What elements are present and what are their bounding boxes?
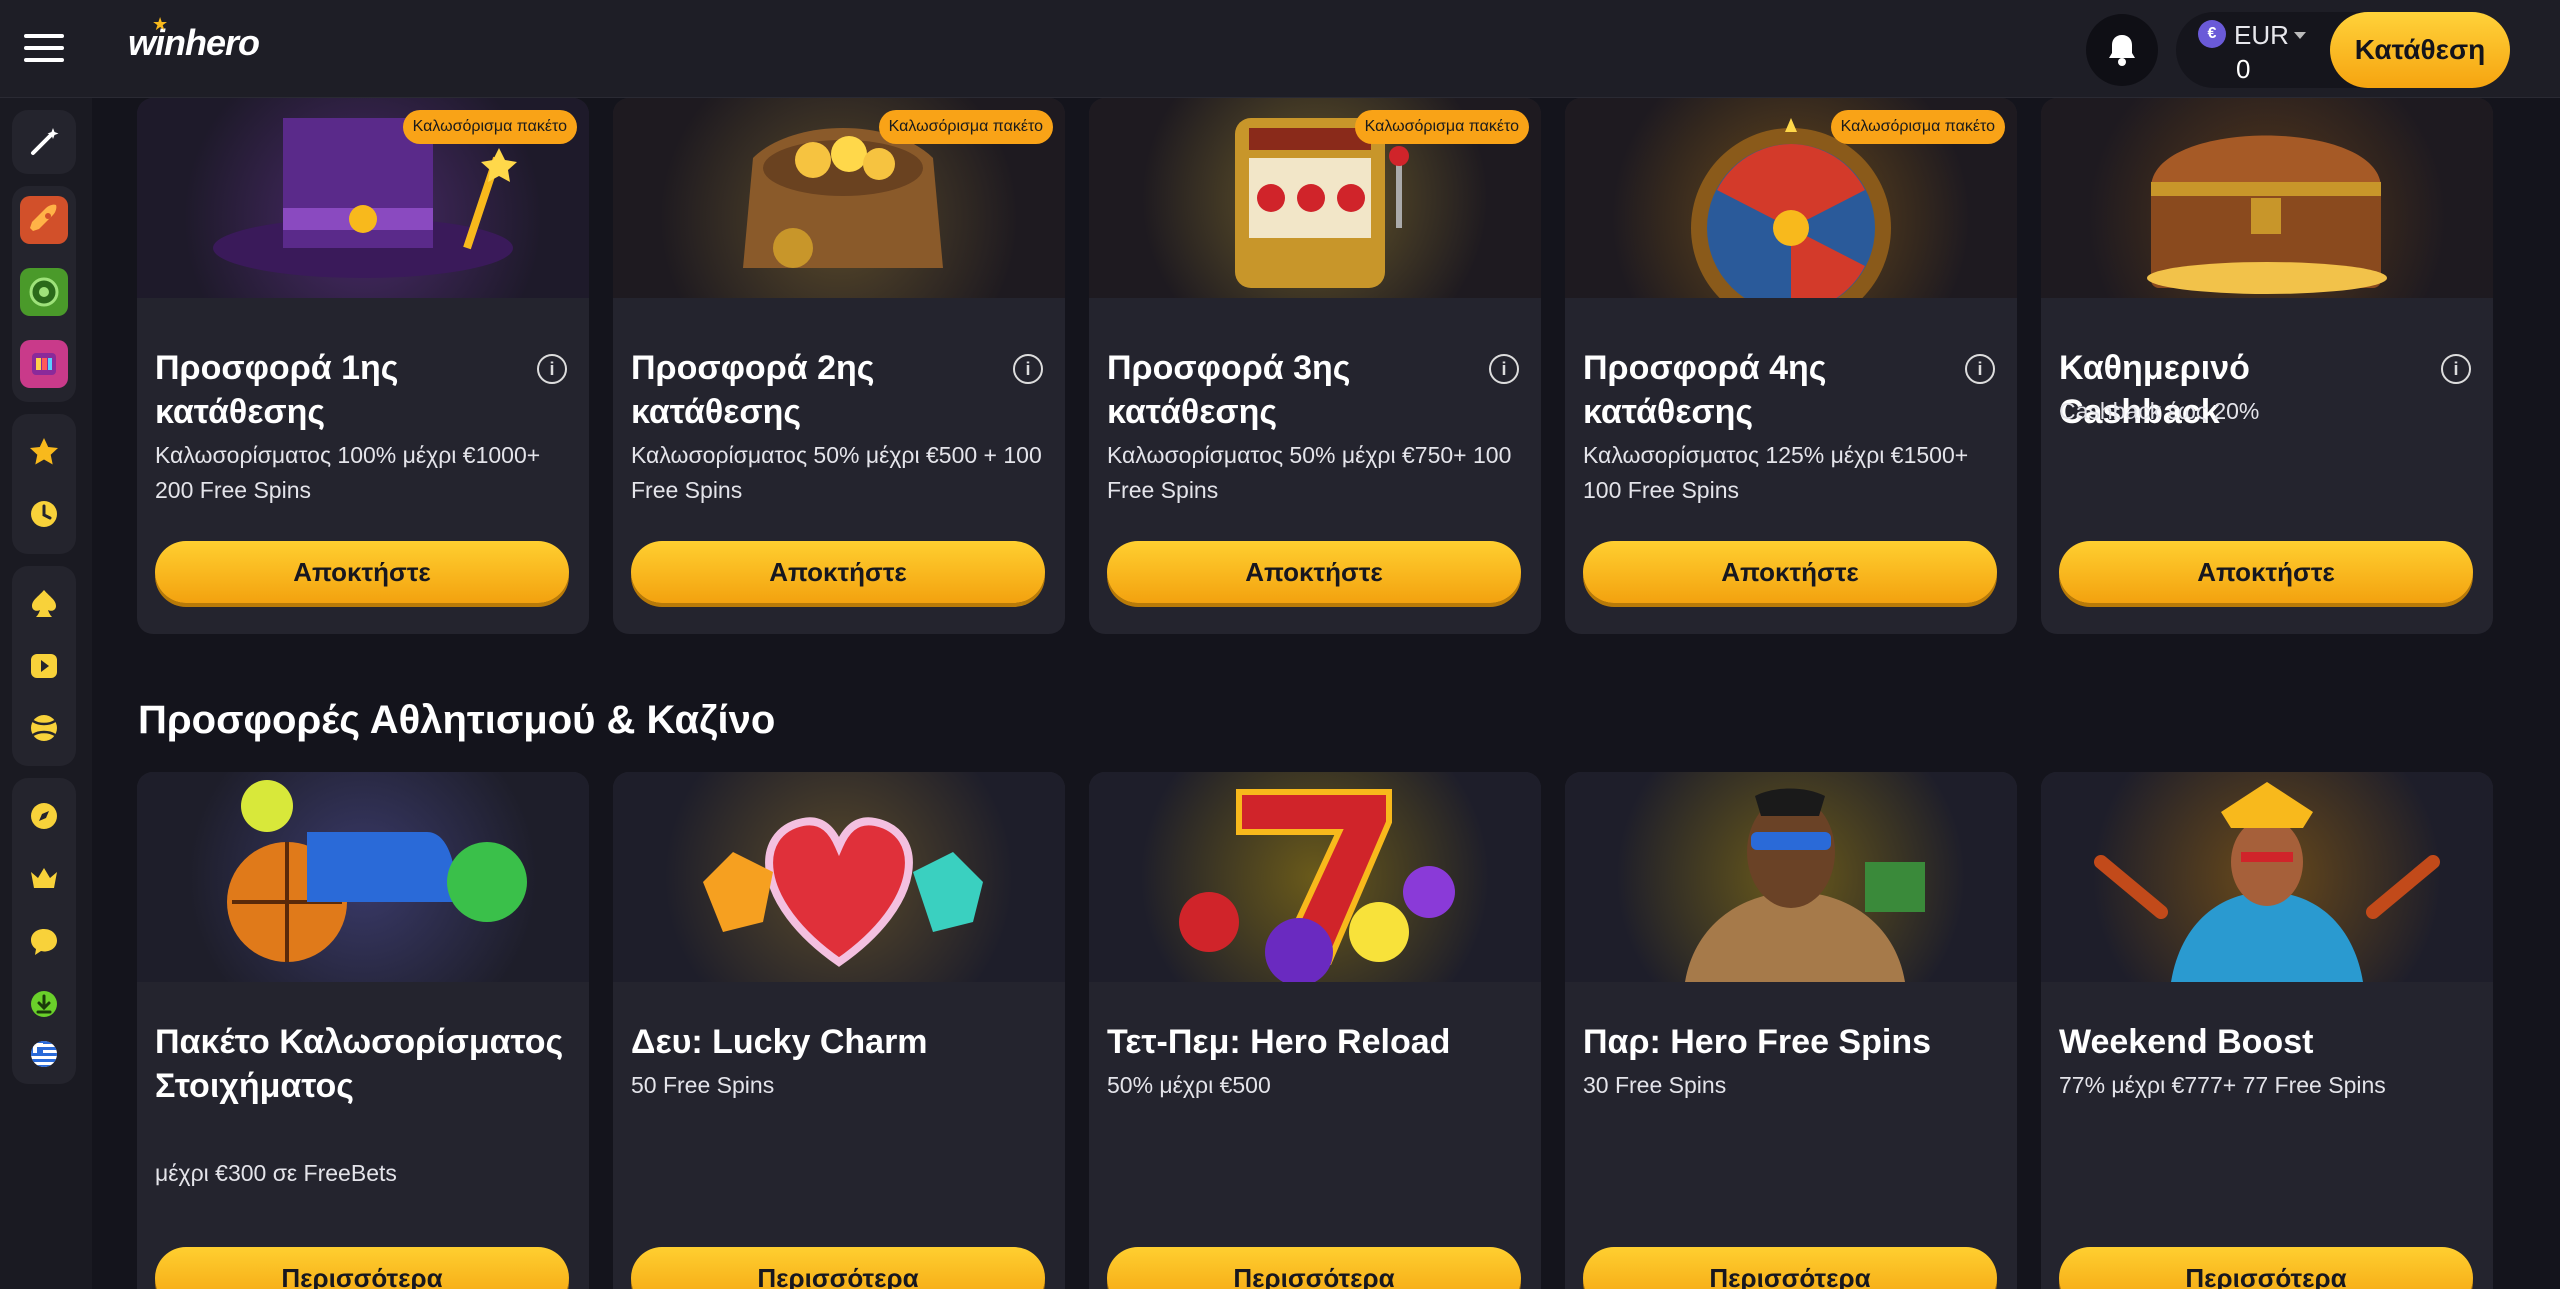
euro-icon: € — [2198, 20, 2226, 48]
welcome-card-4[interactable]: Καλωσόρισμα πακέτο Προσφορά 4ης κατάθεση… — [1565, 98, 2017, 634]
info-icon[interactable]: i — [1013, 354, 1043, 384]
welcome-card-2[interactable]: Καλωσόρισμα πακέτο Προσφορά 2ης κατάθεση… — [613, 98, 1065, 634]
spade-icon[interactable] — [20, 580, 68, 628]
card-description: Καλωσορίσματος 125% μέχρι €1500+ 100 Fre… — [1583, 442, 1969, 503]
promo-card-2[interactable]: Δευ: Lucky Charm 50 Free Spins Περισσότε… — [613, 772, 1065, 1289]
crown-icon[interactable] — [20, 854, 68, 902]
promo-card-5[interactable]: Weekend Boost 77% μέχρι €777+ 77 Free Sp… — [2041, 772, 2493, 1289]
more-button[interactable]: Περισσότερα — [2059, 1247, 2473, 1289]
info-icon[interactable]: i — [1965, 354, 1995, 384]
card-description: Καλωσορίσματος 50% μέχρι €750+ 100 Free … — [1107, 442, 1512, 503]
welcome-card-1[interactable]: Καλωσόρισμα πακέτο Προσφορά 1ης κατάθεση… — [137, 98, 589, 634]
top-header: winhero ★ € EUR 0 Κατάθεση — [0, 0, 2560, 98]
sidebar-group-tools — [12, 110, 76, 174]
card-description: 77% μέχρι €777+ 77 Free Spins — [2059, 1072, 2386, 1098]
compass-icon[interactable] — [20, 792, 68, 840]
claim-button[interactable]: Αποκτήστε — [1107, 541, 1521, 603]
sports-balls-icon — [137, 772, 589, 982]
hero-character-icon — [1565, 772, 2017, 982]
chevron-down-icon — [2294, 32, 2306, 39]
claim-button[interactable]: Αποκτήστε — [1583, 541, 1997, 603]
info-icon[interactable]: i — [1489, 354, 1519, 384]
sport-ball-icon[interactable] — [20, 704, 68, 752]
play-icon[interactable] — [20, 642, 68, 690]
sidebar-group-support — [12, 904, 76, 1084]
deposit-button[interactable]: Κατάθεση — [2330, 12, 2510, 88]
card-description: μέχρι €300 σε FreeBets — [155, 1160, 397, 1186]
star-icon[interactable] — [20, 428, 68, 476]
currency-label: EUR — [2234, 20, 2289, 50]
heart-gem-icon — [613, 772, 1065, 982]
magic-wand-icon[interactable] — [20, 118, 68, 166]
welcome-package-badge: Καλωσόρισμα πακέτο — [1830, 110, 2005, 144]
welcome-package-badge: Καλωσόρισμα πακέτο — [878, 110, 1053, 144]
claim-button[interactable]: Αποκτήστε — [2059, 541, 2473, 603]
treasure-chest-icon — [2041, 98, 2493, 298]
card-description: Cashback έως 20% — [2059, 398, 2260, 424]
card-title: Weekend Boost — [2059, 1023, 2314, 1061]
card-title: Προσφορά 4ης κατάθεσης — [1583, 349, 1827, 431]
promo-card-1[interactable]: Πακέτο Καλωσορίσματος Στοιχήματος μέχρι … — [137, 772, 589, 1289]
sidebar-group-categories — [12, 566, 76, 766]
lucky-seven-icon — [1089, 772, 1541, 986]
card-description: 30 Free Spins — [1583, 1072, 1727, 1098]
info-icon[interactable]: i — [537, 354, 567, 384]
promo-card-4[interactable]: Παρ: Hero Free Spins 30 Free Spins Περισ… — [1565, 772, 2017, 1289]
menu-icon[interactable] — [24, 34, 64, 64]
sidebar — [0, 98, 92, 1289]
aztec-warrior-icon — [2041, 772, 2493, 982]
card-title: Πακέτο Καλωσορίσματος Στοιχήματος — [155, 1023, 564, 1105]
more-button[interactable]: Περισσότερα — [1107, 1247, 1521, 1289]
greek-flag-icon[interactable] — [20, 1030, 68, 1078]
card-description: 50% μέχρι €500 — [1107, 1072, 1271, 1098]
logo-star-icon: ★ — [152, 14, 168, 34]
claim-button[interactable]: Αποκτήστε — [155, 541, 569, 603]
claim-button[interactable]: Αποκτήστε — [631, 541, 1045, 603]
card-title: Προσφορά 3ης κατάθεσης — [1107, 349, 1351, 431]
card-title: Τετ-Πεμ: Hero Reload — [1107, 1023, 1451, 1061]
download-icon[interactable] — [20, 980, 68, 1028]
sidebar-group-games — [12, 186, 76, 402]
roulette-game-icon[interactable] — [20, 268, 68, 316]
slot-game-icon[interactable] — [20, 340, 68, 388]
more-button[interactable]: Περισσότερα — [1583, 1247, 1997, 1289]
sidebar-group-favorites — [12, 414, 76, 554]
logo[interactable]: winhero ★ — [128, 14, 260, 64]
card-description: 50 Free Spins — [631, 1072, 775, 1098]
rocket-game-icon[interactable] — [20, 196, 68, 244]
card-title: Δευ: Lucky Charm — [631, 1023, 928, 1061]
welcome-package-badge: Καλωσόρισμα πακέτο — [1354, 110, 1529, 144]
more-button[interactable]: Περισσότερα — [631, 1247, 1045, 1289]
balance-value: 0 — [2236, 54, 2251, 84]
bell-icon — [2109, 35, 2135, 66]
card-title: Προσφορά 1ης κατάθεσης — [155, 349, 399, 431]
more-button[interactable]: Περισσότερα — [155, 1247, 569, 1289]
info-icon[interactable]: i — [2441, 354, 2471, 384]
promotions-content: Καλωσόρισμα πακέτο Προσφορά 1ης κατάθεση… — [92, 98, 2560, 1289]
welcome-card-3[interactable]: Καλωσόρισμα πακέτο Προσφορά 3ης κατάθεση… — [1089, 98, 1541, 634]
promo-card-3[interactable]: Τετ-Πεμ: Hero Reload 50% μέχρι €500 Περι… — [1089, 772, 1541, 1289]
notification-button[interactable] — [2086, 14, 2158, 86]
card-description: Καλωσορίσματος 100% μέχρι €1000+ 200 Fre… — [155, 442, 541, 503]
welcome-card-5[interactable]: Καθημερινό Cashback i Cashback έως 20% Α… — [2041, 98, 2493, 634]
chat-icon[interactable] — [20, 918, 68, 966]
card-description: Καλωσορίσματος 50% μέχρι €500 + 100 Free… — [631, 442, 1042, 503]
section-title: Προσφορές Αθλητισμού & Καζίνο — [138, 698, 776, 742]
welcome-package-badge: Καλωσόρισμα πακέτο — [402, 110, 577, 144]
card-title: Παρ: Hero Free Spins — [1583, 1023, 1932, 1061]
clock-icon[interactable] — [20, 490, 68, 538]
card-title: Προσφορά 2ης κατάθεσης — [631, 349, 875, 431]
